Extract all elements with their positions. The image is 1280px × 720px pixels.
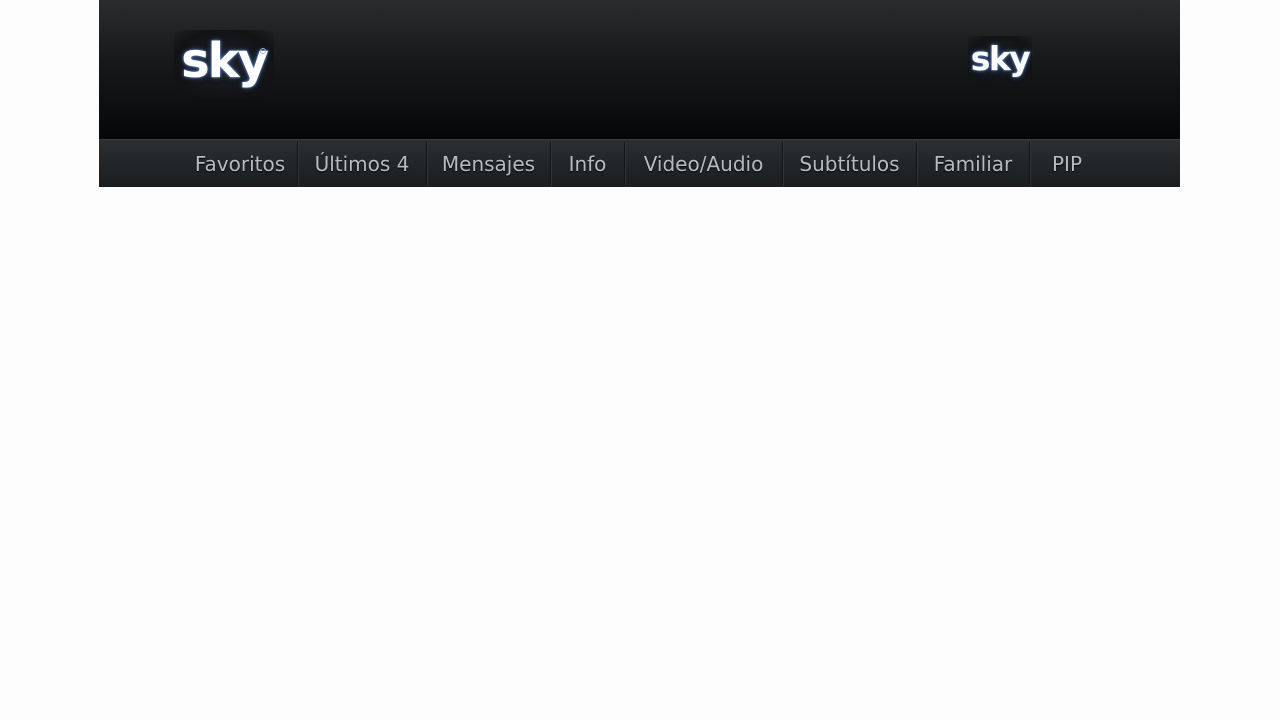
registered-mark-icon: [260, 48, 266, 54]
menu-item-mensajes[interactable]: Mensajes: [427, 140, 550, 187]
sky-logo-main: sky: [174, 30, 274, 98]
menu-item-pip[interactable]: PIP: [1030, 140, 1104, 187]
menu-item-video-audio[interactable]: Video/Audio: [625, 140, 782, 187]
menu-item-familiar[interactable]: Familiar: [917, 140, 1029, 187]
menu-item-ultimos-4[interactable]: Últimos 4: [298, 140, 426, 187]
menu-item-info[interactable]: Info: [551, 140, 624, 187]
sky-channel-logo-text: sky: [970, 38, 1031, 78]
header-bar: sky sky: [99, 0, 1180, 139]
sky-channel-logo: sky: [968, 36, 1032, 84]
menu-bar: Favoritos Últimos 4 Mensajes Info Video/…: [99, 139, 1180, 187]
menu-item-favoritos[interactable]: Favoritos: [183, 140, 297, 187]
sky-logo-main-text: sky: [181, 33, 269, 89]
menu-item-subtitulos[interactable]: Subtítulos: [783, 140, 916, 187]
tv-menu-frame: sky sky Favoritos Últimos 4 Mensajes Inf…: [99, 0, 1180, 187]
